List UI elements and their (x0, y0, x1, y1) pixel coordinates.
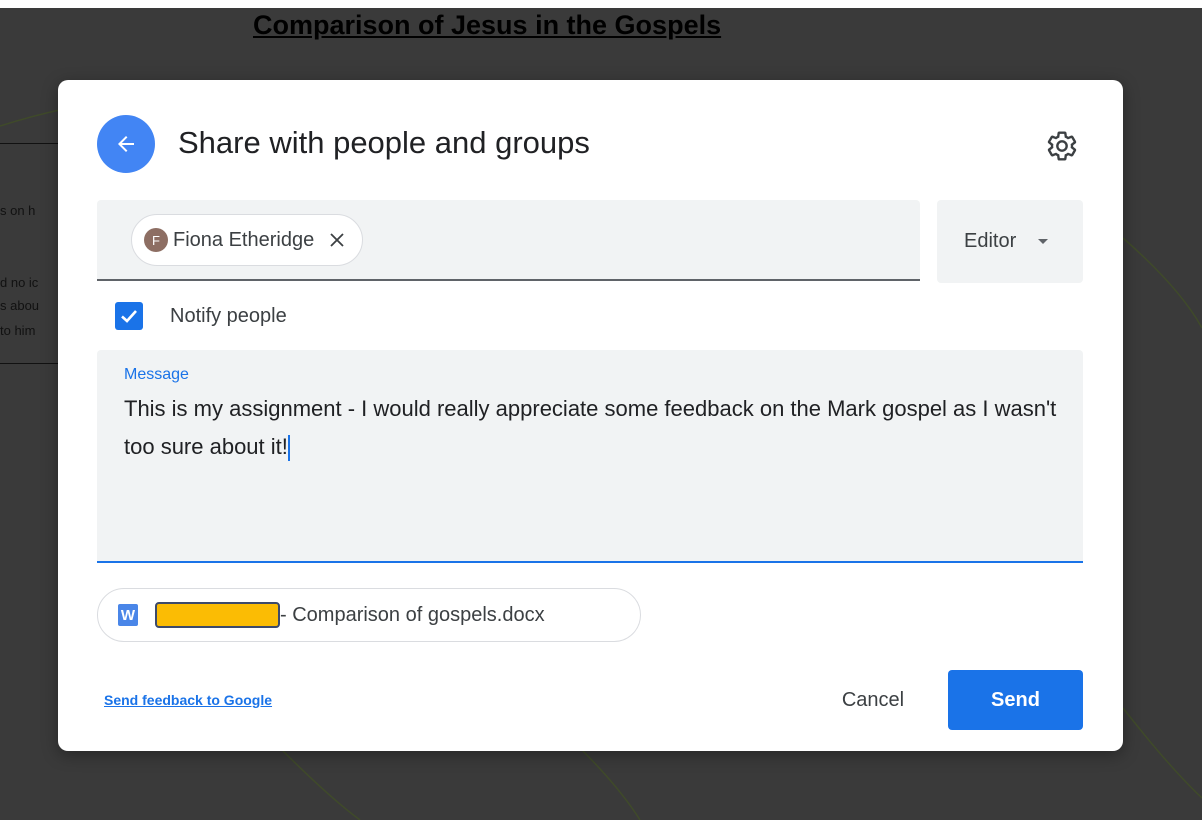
document-title: Comparison of Jesus in the Gospels (253, 10, 722, 40)
notify-people-row: Notify people (115, 300, 287, 332)
message-value: This is my assignment - I would really a… (124, 396, 1057, 459)
document-rule (0, 363, 58, 364)
attachment-file-name: - Comparison of gospels.docx (280, 603, 545, 626)
text-cursor (287, 435, 290, 462)
document-text-fragment: d no ic (0, 275, 39, 290)
send-feedback-link[interactable]: Send feedback to Google (104, 692, 272, 708)
recipient-chip[interactable]: F Fiona Etheridge (131, 214, 364, 266)
caret-down-icon (1038, 239, 1049, 244)
remove-recipient-button[interactable] (326, 229, 348, 251)
document-text-fragment: to him (0, 323, 36, 338)
notify-checkbox[interactable] (115, 302, 143, 330)
document-rule (0, 143, 58, 144)
notify-label: Notify people (170, 304, 287, 327)
role-dropdown[interactable]: Editor (937, 200, 1083, 283)
checkmark-icon (121, 310, 137, 323)
settings-button[interactable] (1044, 128, 1080, 164)
recipient-name: Fiona Etheridge (173, 228, 315, 251)
back-button[interactable] (97, 115, 155, 173)
dialog-title: Share with people and groups (178, 125, 590, 160)
people-input[interactable]: F Fiona Etheridge (97, 200, 920, 281)
message-input[interactable]: This is my assignment - I would really a… (124, 390, 1064, 540)
cancel-button[interactable]: Cancel (813, 670, 933, 730)
redaction-box (155, 602, 280, 628)
send-button[interactable]: Send (948, 670, 1083, 730)
arrow-left-icon (118, 136, 134, 152)
close-icon (330, 233, 344, 247)
document-text-fragment: s on h (0, 203, 36, 218)
gear-icon (1047, 131, 1077, 161)
avatar: F (144, 228, 168, 252)
message-field[interactable]: Message This is my assignment - I would … (97, 350, 1083, 563)
document-text-fragment: s abou (0, 298, 40, 313)
attachment-chip[interactable]: W - Comparison of gospels.docx (97, 588, 641, 642)
word-document-icon: W (118, 604, 138, 626)
share-dialog: Share with people and groups F Fiona Eth… (58, 80, 1123, 751)
role-selected-label: Editor (964, 230, 1017, 252)
message-label: Message (124, 366, 189, 383)
